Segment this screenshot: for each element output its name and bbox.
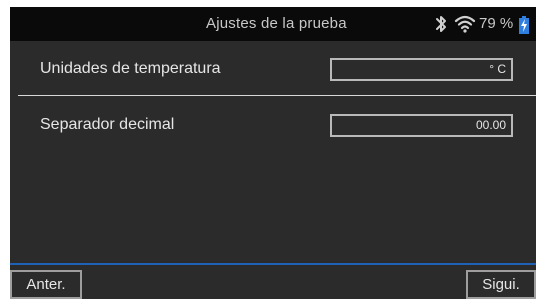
- temperature-units-field[interactable]: ° C: [330, 58, 513, 81]
- previous-button[interactable]: Anter.: [10, 270, 82, 299]
- status-bar: Ajustes de la prueba 79 %: [10, 7, 536, 41]
- bluetooth-icon: [435, 14, 447, 39]
- wifi-icon: [454, 14, 476, 39]
- battery-charging-icon: [519, 16, 529, 39]
- setting-label-decimal-separator: Separador decimal: [40, 116, 175, 133]
- battery-percentage: 79 %: [479, 15, 514, 32]
- next-button[interactable]: Sigui.: [466, 270, 536, 299]
- setting-label-temperature-units: Unidades de temperatura: [40, 60, 221, 77]
- decimal-separator-field[interactable]: 00.00: [330, 114, 513, 137]
- device-screen: Ajustes de la prueba 79 % Unidades de te…: [10, 7, 536, 299]
- divider: [18, 95, 536, 96]
- footer-accent-line: [10, 263, 536, 265]
- page-title: Ajustes de la prueba: [206, 15, 347, 32]
